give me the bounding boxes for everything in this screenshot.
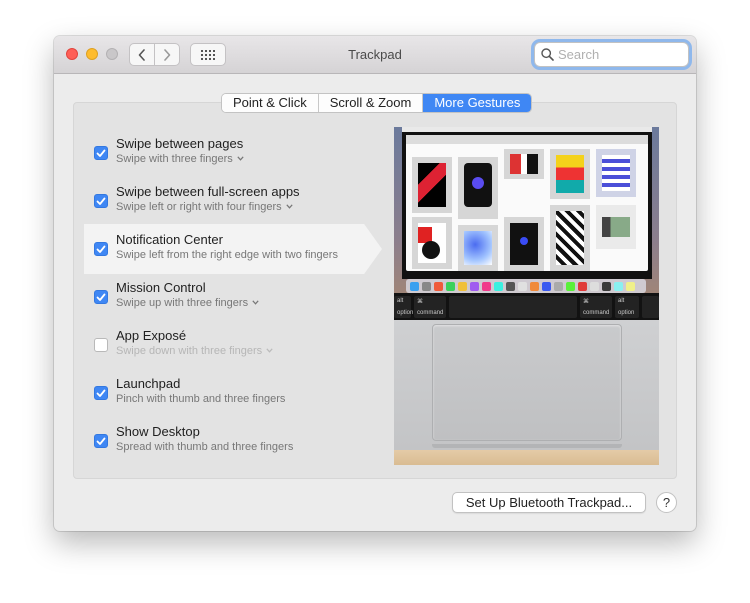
gesture-title: App Exposé — [116, 328, 187, 343]
preview-poster — [458, 225, 498, 271]
preview-table — [394, 450, 659, 465]
preview-poster — [458, 157, 498, 219]
preview-dock — [406, 279, 646, 293]
gesture-subtitle: Pinch with thumb and three fingers — [116, 393, 286, 405]
checkbox[interactable] — [94, 194, 108, 208]
tab-point-click[interactable]: Point & Click — [222, 94, 319, 112]
search-input[interactable] — [558, 47, 683, 62]
gesture-show-desktop[interactable]: Show Desktop Spread with thumb and three… — [73, 421, 383, 467]
checkbox[interactable] — [94, 242, 108, 256]
preview-poster — [596, 149, 636, 197]
gesture-title: Swipe between full-screen apps — [116, 184, 300, 199]
preview-key: alt option — [394, 296, 413, 318]
preview-poster — [596, 205, 636, 249]
gesture-subtitle: Swipe down with three fingers — [116, 345, 263, 357]
checkbox[interactable] — [94, 434, 108, 448]
preview-poster — [412, 217, 452, 269]
preview-key: ⌘ command — [580, 296, 612, 318]
preview-trackpad — [432, 324, 622, 441]
gesture-subtitle: Swipe left from the right edge with two … — [116, 249, 338, 261]
preview-poster — [412, 157, 452, 213]
checkbox[interactable] — [94, 338, 108, 352]
preview-laptop-edge — [432, 444, 622, 448]
gesture-preview-image: alt option ⌘ command ⌘ command alt option — [394, 127, 659, 465]
preview-poster — [550, 205, 590, 271]
gesture-swipe-full-screen-apps[interactable]: Swipe between full-screen apps Swipe lef… — [73, 181, 383, 227]
gesture-mission-control[interactable]: Mission Control Swipe up with three fing… — [73, 277, 383, 323]
chevron-down-icon — [266, 348, 273, 353]
preview-spacebar — [449, 296, 577, 318]
gesture-option-dropdown[interactable]: Swipe up with three fingers — [116, 297, 259, 309]
gesture-option-dropdown[interactable]: Swipe left or right with four fingers — [116, 201, 293, 213]
tab-more-gestures[interactable]: More Gestures — [423, 94, 532, 112]
gesture-title: Launchpad — [116, 376, 181, 391]
gesture-title: Mission Control — [116, 280, 206, 295]
checkbox[interactable] — [94, 146, 108, 160]
preview-poster — [504, 217, 544, 271]
gesture-subtitle: Swipe with three fingers — [116, 153, 233, 165]
checkbox[interactable] — [94, 386, 108, 400]
preview-poster — [550, 149, 590, 199]
chevron-down-icon — [252, 300, 259, 305]
checkmark-icon — [96, 149, 106, 157]
gesture-subtitle: Spread with thumb and three fingers — [116, 441, 294, 453]
checkmark-icon — [96, 245, 106, 253]
preview-poster — [504, 149, 544, 179]
setup-bluetooth-trackpad-button[interactable]: Set Up Bluetooth Trackpad... — [452, 492, 646, 513]
preview-key — [642, 296, 659, 318]
checkmark-icon — [96, 293, 106, 301]
gesture-launchpad[interactable]: Launchpad Pinch with thumb and three fin… — [73, 373, 383, 419]
preview-screen — [402, 127, 652, 279]
chevron-down-icon — [237, 156, 244, 161]
preview-key: alt option — [615, 296, 639, 318]
gesture-option-dropdown[interactable]: Swipe down with three fingers — [116, 345, 273, 357]
checkbox[interactable] — [94, 290, 108, 304]
gesture-swipe-between-pages[interactable]: Swipe between pages Swipe with three fin… — [73, 133, 383, 179]
tab-scroll-zoom[interactable]: Scroll & Zoom — [318, 94, 424, 112]
title-bar: Trackpad — [54, 36, 696, 74]
preview-browser-window — [406, 135, 648, 271]
gesture-option-dropdown[interactable]: Swipe with three fingers — [116, 153, 244, 165]
checkmark-icon — [96, 437, 106, 445]
gesture-subtitle: Swipe up with three fingers — [116, 297, 249, 309]
gesture-title: Show Desktop — [116, 424, 200, 439]
checkmark-icon — [96, 389, 106, 397]
preview-key: ⌘ command — [414, 296, 446, 318]
preview-browser-toolbar — [406, 135, 648, 144]
gesture-subtitle: Swipe left or right with four fingers — [116, 201, 282, 213]
checkmark-icon — [96, 197, 106, 205]
gesture-title: Notification Center — [116, 232, 223, 247]
preview-menubar — [402, 127, 652, 132]
tab-bar: Point & Click Scroll & Zoom More Gesture… — [221, 93, 533, 113]
search-field[interactable] — [534, 42, 689, 67]
gesture-title: Swipe between pages — [116, 136, 244, 151]
chevron-down-icon — [286, 204, 293, 209]
help-button[interactable]: ? — [656, 492, 677, 513]
preferences-window: Trackpad Point & Click Scroll & Zoom Mor… — [54, 36, 696, 531]
gesture-notification-center[interactable]: Notification Center Swipe left from the … — [73, 229, 383, 275]
gesture-app-expose[interactable]: App Exposé Swipe down with three fingers — [73, 325, 383, 371]
search-icon — [541, 48, 554, 61]
preview-keyboard: alt option ⌘ command ⌘ command alt option — [394, 293, 659, 320]
